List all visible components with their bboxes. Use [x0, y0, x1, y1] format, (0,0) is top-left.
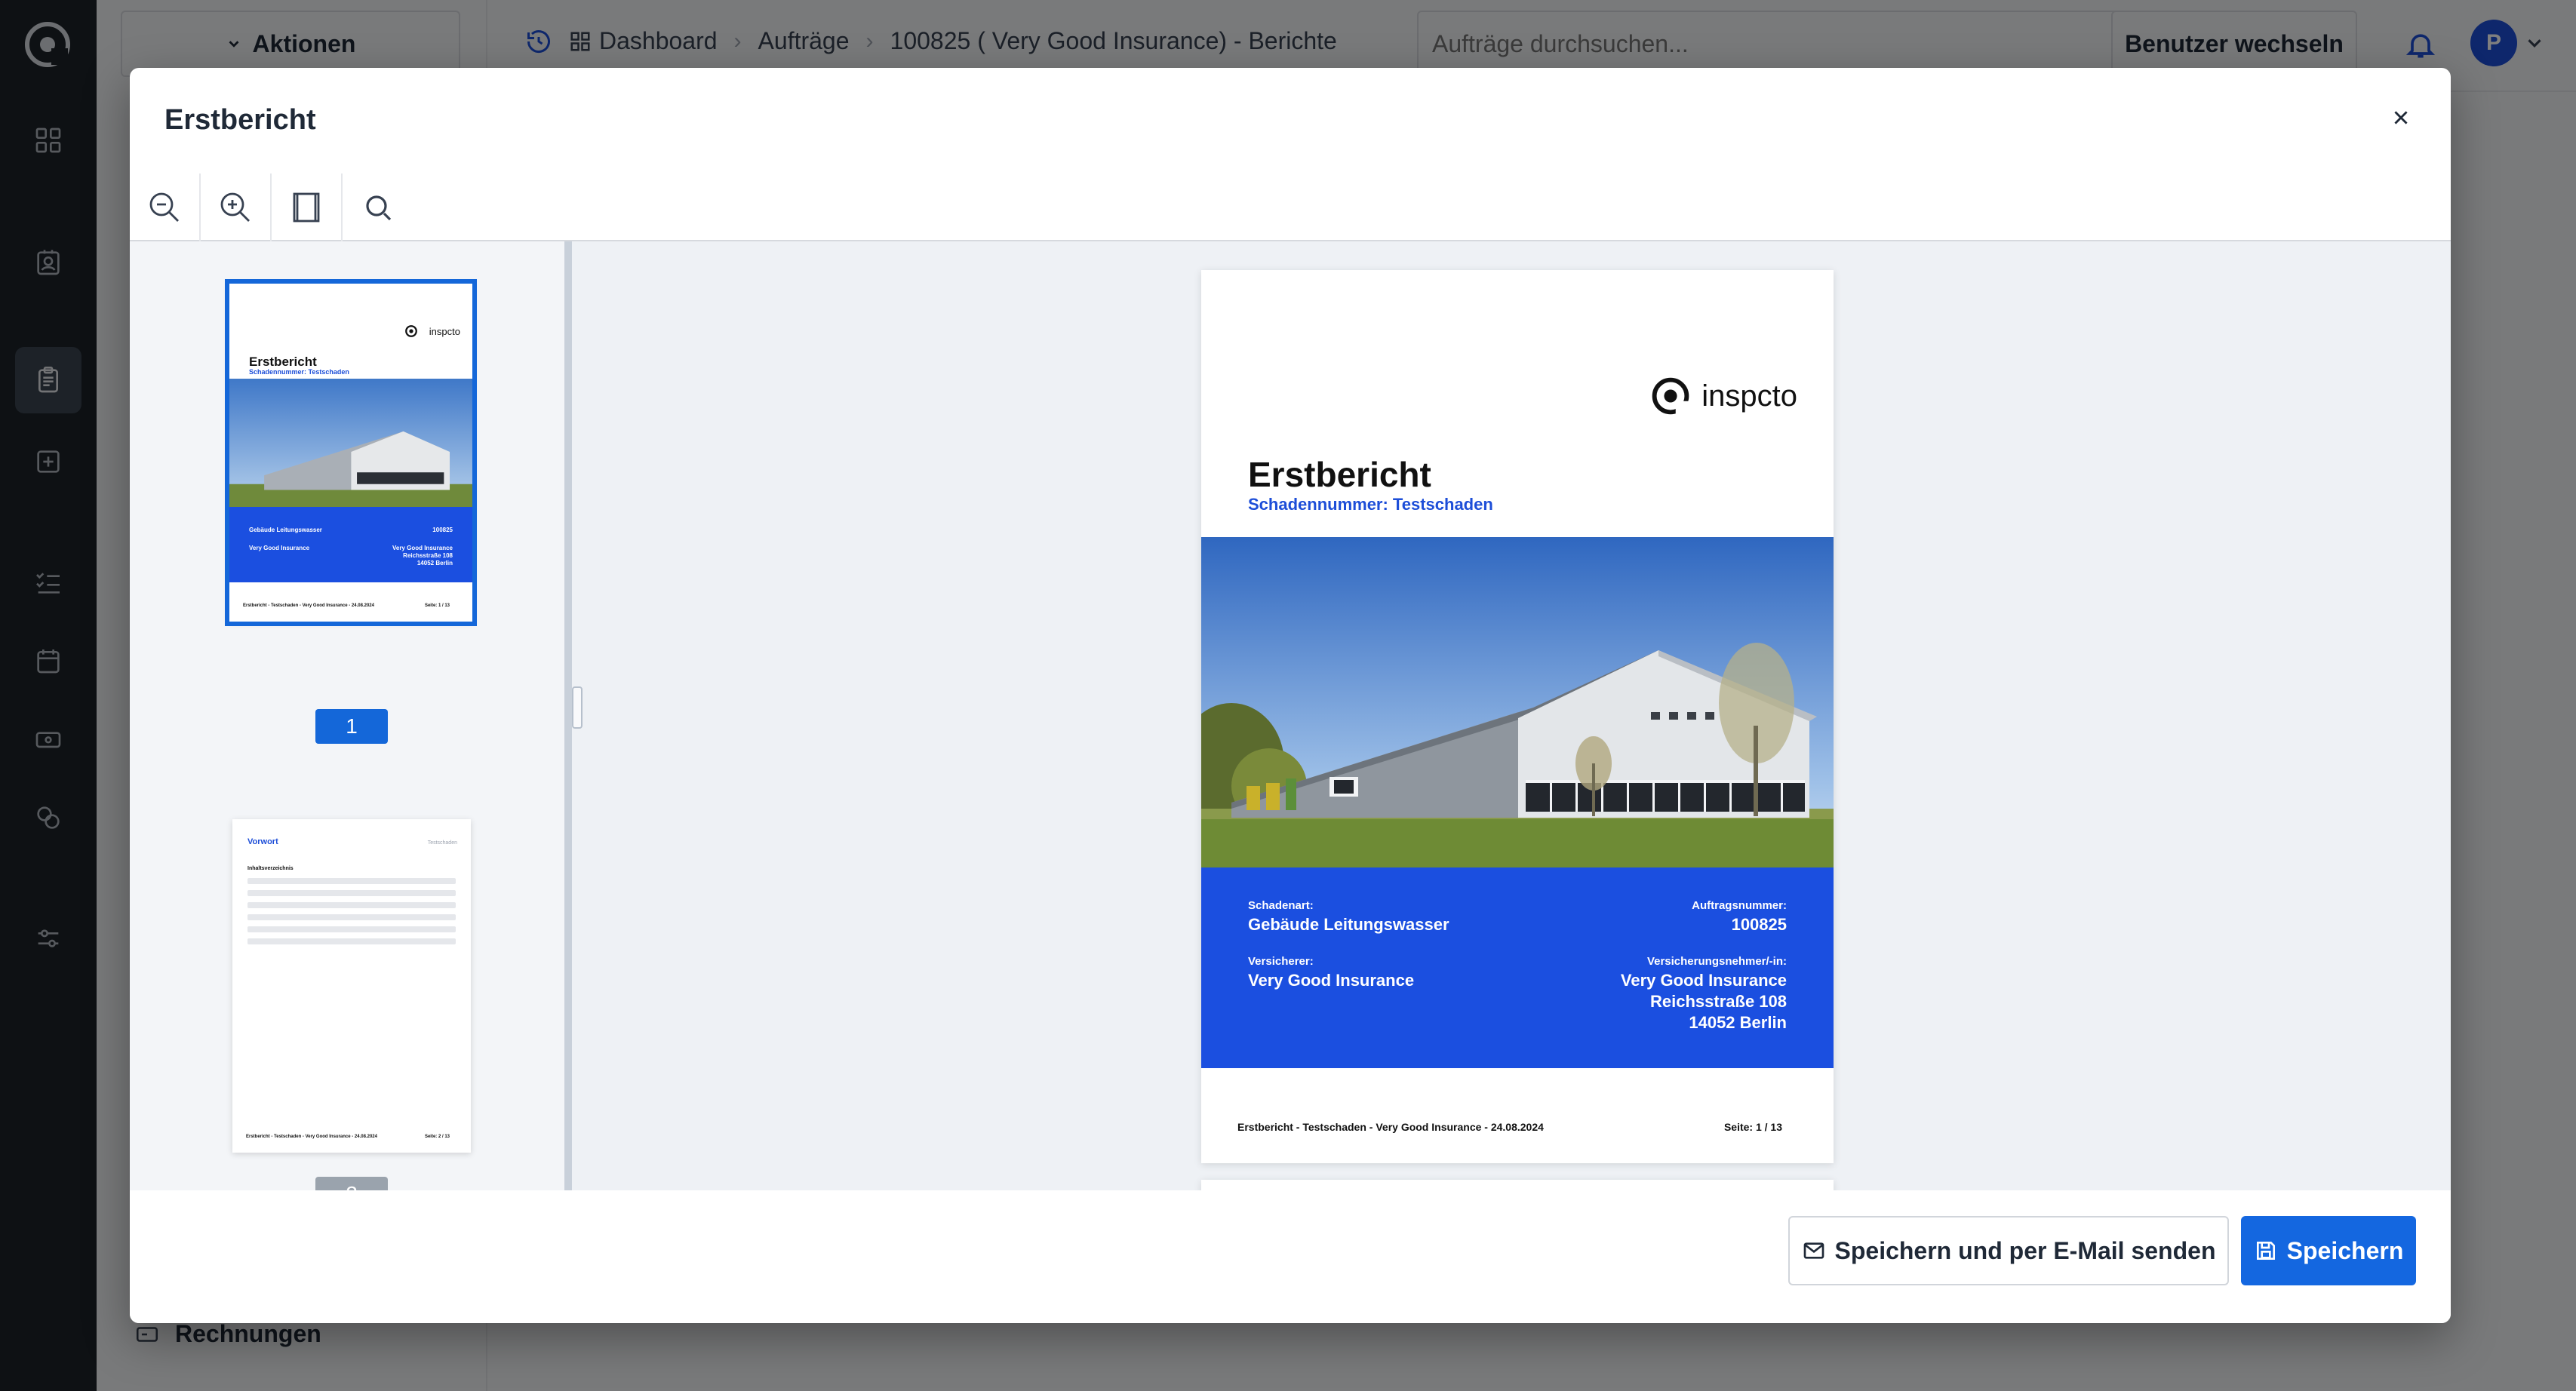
order-number-value: 100825: [1731, 915, 1787, 934]
thumb-title: Erstbericht: [249, 355, 317, 369]
page-thumbnail-1[interactable]: inspcto Erstbericht Schadennummer: Tests…: [225, 279, 477, 626]
save-icon: [2256, 1242, 2275, 1260]
policyholder-line3: 14052 Berlin: [1689, 1013, 1787, 1032]
toc-line: [247, 890, 456, 896]
toc-line: [247, 902, 456, 908]
brand-logo-icon: [405, 325, 417, 337]
building-photo: [1201, 537, 1834, 867]
document-viewer: inspcto Erstbericht Schadennummer: Tests…: [130, 241, 2451, 1211]
save-button[interactable]: Speichern: [2241, 1216, 2416, 1285]
modal-footer: Speichern und per E-Mail senden Speicher…: [130, 1190, 2451, 1323]
search-icon: [366, 195, 392, 221]
zoom-out-icon: [149, 192, 179, 222]
close-button[interactable]: [2386, 103, 2416, 133]
thumb2-header-right: Testschaden: [427, 840, 457, 846]
brand-logo-icon: [1652, 377, 1689, 415]
thumb-policyholder-line1: Very Good Insurance: [392, 545, 453, 551]
insurer-label: Versicherer:: [1248, 955, 1314, 968]
insurer-value: Very Good Insurance: [1248, 971, 1415, 990]
policyholder-line1: Very Good Insurance: [1620, 971, 1787, 990]
thumb-policyholder: Very Good Insurance Reichsstraße 108 140…: [392, 545, 453, 567]
document-page-1: inspcto Erstbericht Schadennummer: Tests…: [1201, 270, 1834, 1163]
save-and-email-label: Speichern und per E-Mail senden: [1834, 1236, 2216, 1264]
fit-page-icon: [293, 192, 320, 223]
toc-line: [247, 938, 456, 944]
thumb-footer: Erstbericht - Testschaden - Very Good In…: [243, 603, 374, 608]
thumb-policyholder-line2: Reichsstraße 108: [403, 552, 453, 559]
thumb2-footer-page: Seite: 2 / 13: [424, 1135, 450, 1139]
zoom-out-button[interactable]: [130, 173, 201, 241]
page-thumbnail-2[interactable]: Vorwort Testschaden Inhaltsverzeichnis E…: [232, 819, 471, 1153]
document-footer: Erstbericht - Testschaden - Very Good In…: [1237, 1121, 1544, 1133]
thumb2-heading: Vorwort: [247, 837, 278, 846]
toc-line: [247, 878, 456, 884]
zoom-in-button[interactable]: [201, 173, 272, 241]
policyholder-address: Very Good Insurance Reichsstraße 108 140…: [1621, 970, 1787, 1033]
modal-title: Erstbericht: [164, 104, 316, 136]
fit-page-button[interactable]: [272, 173, 343, 241]
zoom-in-icon: [220, 192, 250, 222]
thumb-order-value: 100825: [432, 527, 453, 533]
save-label: Speichern: [2286, 1236, 2404, 1264]
order-number-label: Auftragsnummer:: [1692, 899, 1787, 912]
panel-resize-handle[interactable]: [572, 686, 583, 729]
thumbnail-panel: inspcto Erstbericht Schadennummer: Tests…: [130, 241, 572, 1211]
document-info-block: Schadenart: Gebäude Leitungswasser Auftr…: [1201, 867, 1834, 1068]
policyholder-label: Versicherungsnehmer/-in:: [1646, 955, 1787, 968]
toc-line: [247, 914, 456, 920]
mail-icon: [1803, 1242, 1824, 1259]
document-title: Erstbericht: [1248, 455, 1431, 494]
brand-logo: inspcto: [1650, 376, 1797, 416]
save-and-email-button[interactable]: Speichern und per E-Mail senden: [1788, 1216, 2229, 1285]
thumb-policyholder-line3: 14052 Berlin: [417, 560, 453, 567]
close-icon: [2394, 111, 2408, 124]
brand-name: inspcto: [1701, 379, 1797, 413]
page-number-1[interactable]: 1: [315, 709, 388, 744]
thumb-building-photo: [229, 379, 472, 507]
search-button[interactable]: [343, 173, 413, 241]
document-subtitle: Schadennummer: Testschaden: [1248, 495, 1493, 514]
document-page-indicator: Seite: 1 / 13: [1723, 1121, 1782, 1133]
thumb-insurer-value: Very Good Insurance: [249, 545, 310, 551]
thumb-brand: inspcto: [429, 326, 460, 337]
policyholder-line2: Reichsstraße 108: [1650, 992, 1787, 1011]
thumb-blue-block: Gebäude Leitungswasser 100825 Very Good …: [229, 507, 472, 582]
thumb2-toc-title: Inhaltsverzeichnis: [247, 866, 294, 871]
thumb-footer-page: Seite: 1 / 13: [424, 603, 450, 608]
damage-type-label: Schadenart:: [1248, 899, 1314, 912]
report-preview-modal: Erstbericht inspcto Erstbericht Schadenn…: [130, 68, 2451, 1323]
thumb-subtitle: Schadennummer: Testschaden: [249, 368, 349, 376]
thumb-damage-value: Gebäude Leitungswasser: [249, 527, 322, 533]
viewer-toolbar: [130, 173, 2451, 241]
toc-line: [247, 926, 456, 932]
damage-type-value: Gebäude Leitungswasser: [1248, 915, 1449, 934]
thumb2-footer: Erstbericht - Testschaden - Very Good In…: [246, 1135, 377, 1139]
